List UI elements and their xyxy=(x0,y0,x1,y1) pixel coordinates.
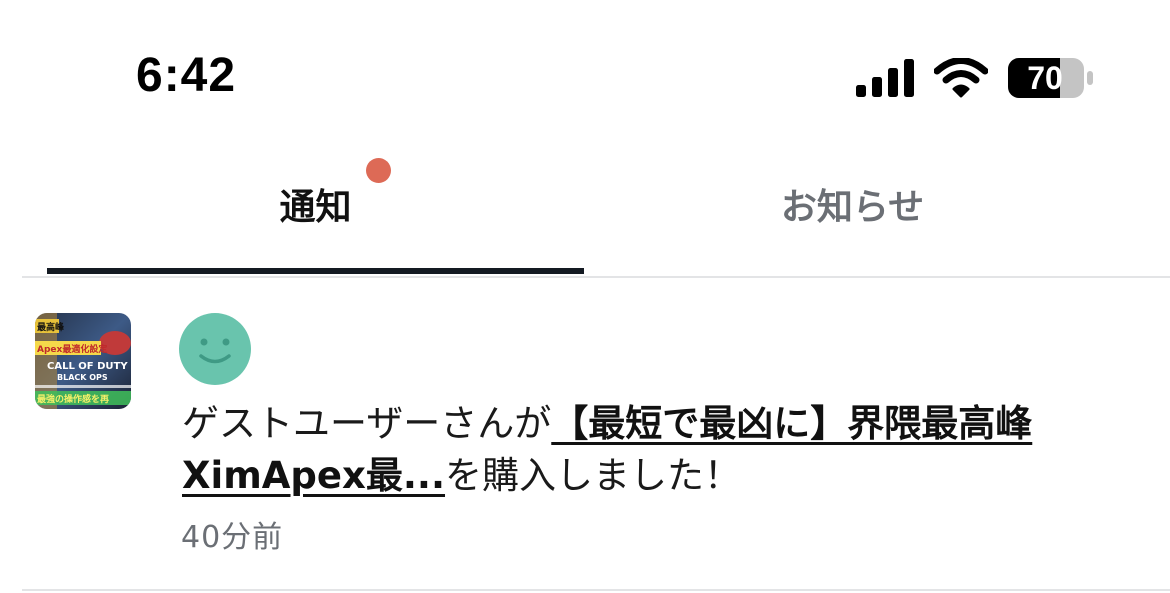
thumbnail-game-subtitle: BLACK OPS xyxy=(57,373,108,382)
divider xyxy=(22,589,1170,591)
product-link-line2: XimApex最... xyxy=(182,454,446,497)
product-thumbnail-image: 最高峰 Apex最適化設定 CALL OF DUTY BLACK OPS 最強の… xyxy=(35,313,131,409)
wifi-icon xyxy=(934,58,988,98)
unread-dot-badge xyxy=(366,158,391,183)
thumbnail-game-title: CALL OF DUTY xyxy=(47,361,128,372)
notification-message: ゲストユーザーさんが【最短で最凶に】界隈最高峰 XimApex最...を購入しまし… xyxy=(182,398,1142,502)
battery-level: 70 xyxy=(1027,60,1063,96)
tab-announcements[interactable]: お知らせ xyxy=(584,150,1121,274)
smiley-face-icon xyxy=(199,338,231,364)
tab-announcements-label: お知らせ xyxy=(780,187,925,228)
tab-notifications-label: 通知 xyxy=(279,187,352,228)
divider xyxy=(22,276,1170,278)
product-link-line1: 【最短で最凶に】界隈最高峰 xyxy=(551,402,1033,445)
status-time: 6:42 xyxy=(136,49,237,102)
product-thumbnail[interactable]: 最高峰 Apex最適化設定 CALL OF DUTY BLACK OPS 最強の… xyxy=(35,313,131,409)
thumbnail-line-text: Apex最適化設定 xyxy=(37,343,108,355)
active-tab-indicator xyxy=(47,268,584,274)
tab-notifications[interactable]: 通知 xyxy=(47,150,584,274)
cellular-signal-icon xyxy=(856,59,914,97)
thumbnail-bottom-text: 最強の操作感を再 xyxy=(37,393,109,405)
message-suffix: を購入しました！ xyxy=(445,454,742,497)
user-avatar[interactable] xyxy=(179,313,251,385)
status-bar: 6:42 70 xyxy=(0,0,1170,150)
message-prefix: ゲストユーザーさんが xyxy=(182,402,552,445)
notification-timestamp: 40分前 xyxy=(181,520,284,555)
thumbnail-top-text: 最高峰 xyxy=(37,321,65,333)
